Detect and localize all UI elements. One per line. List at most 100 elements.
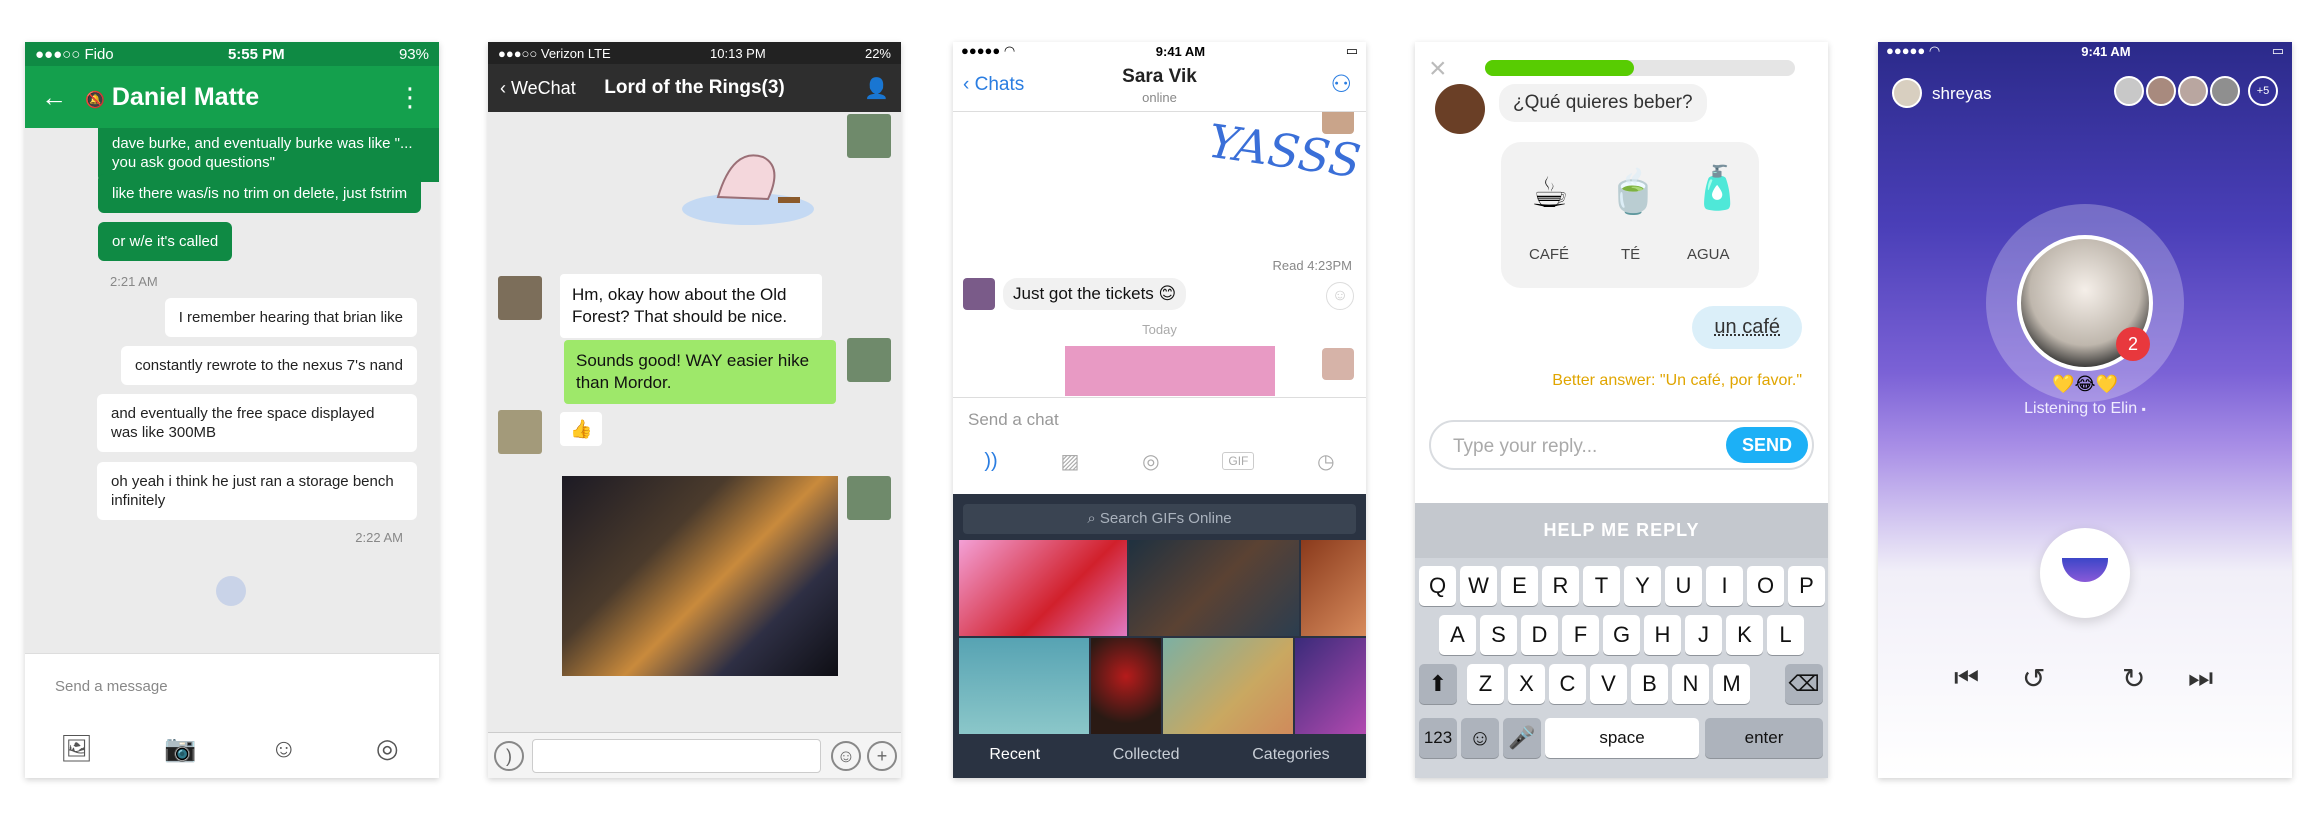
- gif-search-input[interactable]: ⌕ Search GIFs Online: [963, 504, 1356, 534]
- enter-key[interactable]: enter: [1705, 718, 1823, 758]
- help-me-reply-button[interactable]: HELP ME REPLY: [1415, 503, 1828, 558]
- avatar[interactable]: [847, 476, 891, 520]
- space-key[interactable]: space: [1545, 718, 1699, 758]
- sticker-icon[interactable]: ☺: [264, 733, 304, 764]
- key-o[interactable]: O: [1747, 566, 1784, 606]
- key-w[interactable]: W: [1460, 566, 1497, 606]
- message-input[interactable]: Send a chat: [968, 410, 1059, 430]
- avatar[interactable]: [2146, 76, 2176, 106]
- camera-icon[interactable]: ◎: [1142, 449, 1159, 474]
- numbers-key[interactable]: 123: [1419, 718, 1457, 758]
- person-icon[interactable]: 👤: [864, 76, 889, 101]
- key-d[interactable]: D: [1521, 615, 1558, 655]
- shift-key[interactable]: ⬆: [1419, 664, 1457, 704]
- gif-thumbnail[interactable]: [1295, 638, 1366, 734]
- avatar[interactable]: [498, 410, 542, 454]
- gif-thumbnail[interactable]: [959, 638, 1089, 734]
- video-thumbnail[interactable]: [562, 476, 838, 676]
- reactions: 💛😂💛: [2052, 374, 2118, 394]
- avatar[interactable]: [498, 276, 542, 320]
- emoji-icon[interactable]: ☺: [831, 741, 861, 771]
- keyboard: QWERTYUIOP ASDFGHJKL ZXCVBNM ⬆ ⌫ 123 ☺ 🎤…: [1415, 558, 1828, 778]
- key-s[interactable]: S: [1480, 615, 1517, 655]
- message-input[interactable]: [532, 739, 821, 773]
- key-m[interactable]: M: [1713, 664, 1750, 704]
- tab-collected[interactable]: Collected: [1113, 746, 1180, 764]
- gif-thumbnail[interactable]: [1301, 540, 1366, 636]
- gif-thumbnail[interactable]: [1129, 540, 1299, 636]
- camera-icon[interactable]: 📷: [160, 733, 200, 764]
- key-n[interactable]: N: [1672, 664, 1709, 704]
- message-bubble: oh yeah i think he just ran a storage be…: [97, 462, 417, 520]
- key-b[interactable]: B: [1631, 664, 1668, 704]
- key-c[interactable]: C: [1549, 664, 1586, 704]
- image-icon[interactable]: ▨: [1060, 449, 1079, 474]
- search-icon: ⌕: [1087, 510, 1096, 527]
- tea-icon[interactable]: 🍵: [1607, 168, 1659, 217]
- chat-icon[interactable]: ▪: [2142, 402, 2146, 416]
- gif-icon[interactable]: GIF: [1222, 452, 1255, 470]
- key-i[interactable]: I: [1706, 566, 1743, 606]
- back-arrow-icon[interactable]: ←: [41, 82, 67, 113]
- rewind-icon[interactable]: ↺: [2022, 662, 2045, 695]
- voice-icon[interactable]: ): [494, 741, 524, 771]
- plus-icon[interactable]: +: [867, 741, 897, 771]
- more-listeners-badge[interactable]: +5: [2248, 76, 2278, 106]
- notifications-off-icon: 🔕: [85, 91, 105, 109]
- location-icon[interactable]: ◎: [367, 733, 407, 764]
- key-z[interactable]: Z: [1467, 664, 1504, 704]
- avatar[interactable]: [2210, 76, 2240, 106]
- avatar[interactable]: [2178, 76, 2208, 106]
- message-bubble: I remember hearing that brian like: [164, 298, 417, 337]
- person-icon[interactable]: ⚇: [1330, 70, 1352, 99]
- gif-thumbnail[interactable]: [1091, 638, 1161, 734]
- emoji-react-icon[interactable]: ☺: [1326, 282, 1354, 310]
- key-x[interactable]: X: [1508, 664, 1545, 704]
- key-h[interactable]: H: [1644, 615, 1681, 655]
- key-e[interactable]: E: [1501, 566, 1538, 606]
- key-k[interactable]: K: [1726, 615, 1763, 655]
- send-button[interactable]: SEND: [1726, 427, 1808, 463]
- image-icon[interactable]: 🖼: [57, 733, 97, 764]
- avatar[interactable]: [2114, 76, 2144, 106]
- overflow-menu-icon[interactable]: ⋮: [397, 82, 423, 113]
- tab-recent[interactable]: Recent: [989, 746, 1040, 764]
- emoji-key[interactable]: ☺: [1461, 718, 1499, 758]
- reply-field[interactable]: Type your reply... SEND: [1429, 420, 1814, 470]
- contact-name: 🔕 Daniel Matte: [85, 82, 260, 111]
- key-t[interactable]: T: [1583, 566, 1620, 606]
- timer-icon[interactable]: ◷: [1317, 449, 1334, 474]
- gif-thumbnail[interactable]: [1163, 638, 1293, 734]
- previous-icon[interactable]: ⏮: [1954, 662, 1979, 695]
- key-p[interactable]: P: [1788, 566, 1825, 606]
- microphone-key[interactable]: 🎤: [1503, 718, 1541, 758]
- audio-icon[interactable]: )): [984, 450, 997, 473]
- key-y[interactable]: Y: [1624, 566, 1661, 606]
- key-g[interactable]: G: [1603, 615, 1640, 655]
- backspace-key[interactable]: ⌫: [1785, 664, 1823, 704]
- key-u[interactable]: U: [1665, 566, 1702, 606]
- key-v[interactable]: V: [1590, 664, 1627, 704]
- image-message[interactable]: [1065, 346, 1275, 396]
- reply-input[interactable]: Type your reply...: [1453, 436, 1597, 458]
- play-pause-button[interactable]: [2040, 528, 2130, 618]
- gif-thumbnail[interactable]: [959, 540, 1127, 636]
- key-f[interactable]: F: [1562, 615, 1599, 655]
- forward-icon[interactable]: ↻: [2122, 662, 2145, 695]
- back-button[interactable]: ‹ WeChat: [500, 78, 576, 99]
- close-icon[interactable]: ×: [1429, 52, 1447, 86]
- avatar[interactable]: [847, 114, 891, 158]
- water-bottle-icon[interactable]: 🧴: [1691, 164, 1743, 213]
- next-icon[interactable]: ⏭: [2188, 662, 2213, 695]
- tab-categories[interactable]: Categories: [1252, 746, 1329, 764]
- avatar[interactable]: [847, 338, 891, 382]
- message-input[interactable]: Send a message: [55, 678, 168, 695]
- key-r[interactable]: R: [1542, 566, 1579, 606]
- key-j[interactable]: J: [1685, 615, 1722, 655]
- key-a[interactable]: A: [1439, 615, 1476, 655]
- avatar[interactable]: [1892, 78, 1922, 108]
- smile-icon: [2062, 558, 2108, 582]
- key-q[interactable]: Q: [1419, 566, 1456, 606]
- coffee-icon[interactable]: ☕: [1531, 168, 1569, 217]
- key-l[interactable]: L: [1767, 615, 1804, 655]
